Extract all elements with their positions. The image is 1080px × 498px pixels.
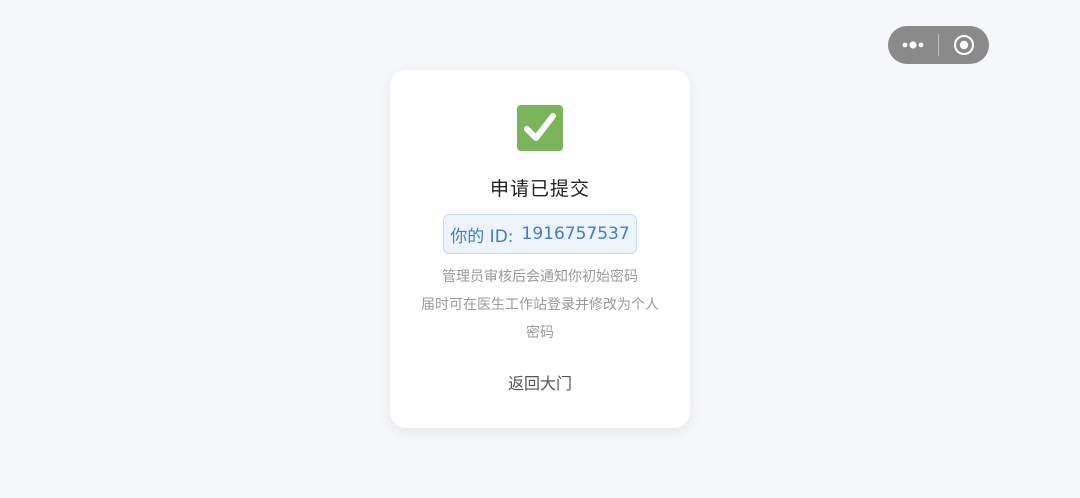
back-to-gate-link[interactable]: 返回大门 [390, 370, 690, 394]
description-line-2: 届时可在医生工作站登录并修改为个人密码 [421, 297, 659, 341]
user-id-badge: 你的 ID: 1916757537 [443, 214, 637, 254]
check-mark-icon [517, 105, 563, 151]
id-label: 你的 ID: [450, 226, 514, 247]
submission-card: 申请已提交 你的 ID: 1916757537 管理员审核后会通知你初始密码 届… [390, 70, 690, 428]
more-dots-icon [902, 41, 924, 49]
description: 管理员审核后会通知你初始密码 届时可在医生工作站登录并修改为个人密码 [418, 263, 662, 347]
target-circle-icon [954, 35, 974, 55]
more-menu-button[interactable] [888, 26, 938, 64]
mini-program-capsule [888, 26, 989, 64]
id-value: 1916757537 [521, 224, 630, 244]
close-mini-program-button[interactable] [939, 26, 989, 64]
description-line-1: 管理员审核后会通知你初始密码 [442, 269, 638, 285]
page: 申请已提交 你的 ID: 1916757537 管理员审核后会通知你初始密码 届… [0, 0, 1080, 498]
page-title: 申请已提交 [489, 178, 590, 200]
